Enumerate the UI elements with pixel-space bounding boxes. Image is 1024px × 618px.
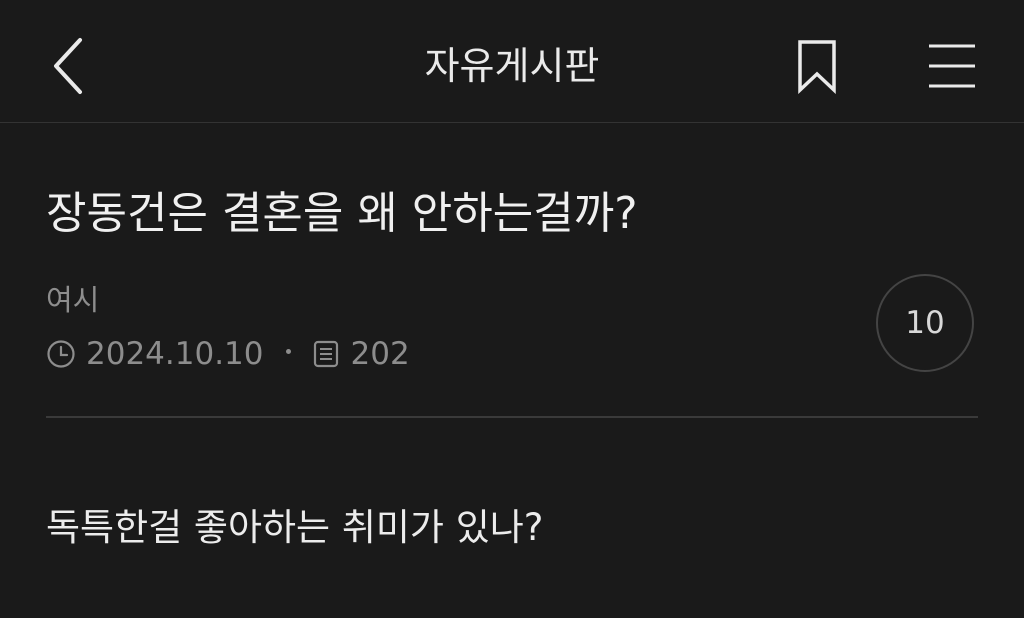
bookmark-button[interactable] (784, 30, 850, 102)
chevron-left-icon (54, 38, 82, 94)
post-body: 독특한걸 좋아하는 취미가 있나? (46, 506, 544, 549)
board-title: 자유게시판 (424, 44, 600, 88)
divider (46, 416, 978, 418)
view-count: 202 (350, 336, 410, 372)
author-name[interactable]: 여시 (46, 280, 99, 320)
menu-button[interactable] (916, 30, 988, 102)
post-meta: 2024.10.10 202 (46, 332, 410, 376)
top-app-bar: 자유게시판 (0, 0, 1024, 123)
bookmark-icon (798, 40, 836, 94)
post-title: 장동건은 결혼을 왜 안하는걸까? (46, 188, 638, 239)
separator-dot (285, 348, 291, 354)
comment-count-button[interactable]: 10 (876, 274, 974, 372)
clock-icon (46, 339, 76, 369)
hamburger-menu-icon (929, 44, 975, 88)
post-screen: 자유게시판 장동건은 결혼을 왜 안하는걸까? 여시 2024.10.10 20… (0, 0, 1024, 618)
post-date: 2024.10.10 (86, 336, 264, 372)
views-icon (311, 339, 341, 369)
back-button[interactable] (40, 30, 96, 102)
